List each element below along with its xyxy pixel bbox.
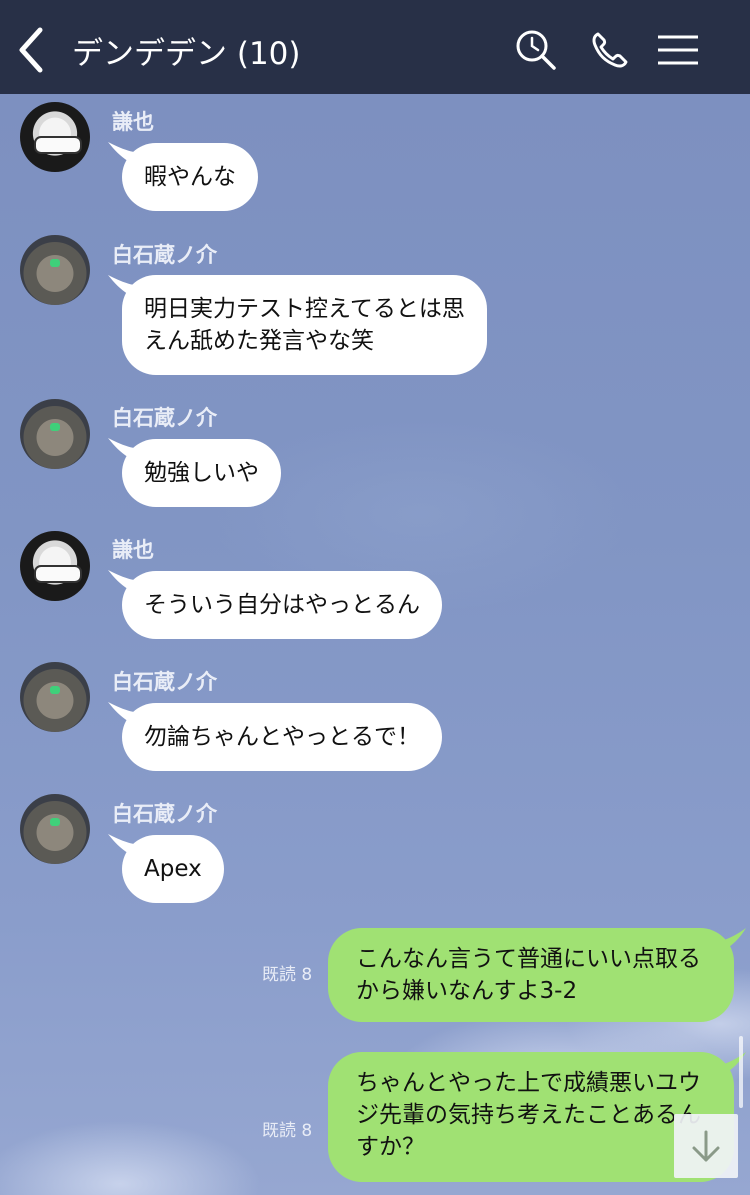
avatar[interactable] — [20, 235, 90, 305]
avatar[interactable] — [20, 794, 90, 864]
sender-name: 白石蔵ノ介 — [112, 243, 217, 267]
message-line: から嫌いなんすよ3-2 — [356, 978, 578, 1004]
sender-name: 謙也 — [112, 110, 154, 134]
sender-name: 白石蔵ノ介 — [112, 670, 217, 694]
sender-name: 白石蔵ノ介 — [112, 802, 217, 826]
avatar[interactable] — [20, 662, 90, 732]
scroll-to-bottom-button[interactable] — [674, 1114, 738, 1178]
chat-area[interactable]: 謙也 暇やんな 白石蔵ノ介 明日実力テスト控えてるとは思 えん舐めた発言やな笑 … — [0, 94, 750, 1195]
message-line: こんなん言うて普通にいい点取る — [356, 946, 701, 972]
message-bubble[interactable]: Apex — [122, 835, 224, 903]
arrow-down-icon — [692, 1130, 720, 1162]
menu-icon[interactable] — [656, 28, 700, 72]
sender-name: 謙也 — [112, 538, 154, 562]
message-line: ジ先輩の気持ち考えたことあるん — [356, 1102, 701, 1128]
search-icon[interactable] — [514, 28, 558, 72]
bubble-tail — [724, 928, 746, 950]
message-line: 明日実力テスト控えてるとは思 — [144, 296, 465, 322]
read-receipt: 既読 8 — [262, 965, 313, 985]
message-bubble[interactable]: 勿論ちゃんとやっとるで！ — [122, 703, 442, 771]
scrollbar[interactable] — [739, 1036, 743, 1108]
message-bubble[interactable]: 明日実力テスト控えてるとは思 えん舐めた発言やな笑 — [122, 275, 487, 375]
read-receipt: 既読 8 — [262, 1121, 313, 1141]
chat-title: デンデデン (10) — [72, 36, 301, 72]
message-bubble[interactable]: そういう自分はやっとるん — [122, 571, 442, 639]
chat-header: デンデデン (10) — [0, 0, 750, 94]
avatar[interactable] — [20, 399, 90, 469]
avatar[interactable] — [20, 531, 90, 601]
message-line: ちゃんとやった上で成績悪いユウ — [356, 1070, 701, 1096]
message-line: えん舐めた発言やな笑 — [144, 328, 374, 354]
avatar[interactable] — [20, 102, 90, 172]
message-line: すか？ — [356, 1134, 425, 1160]
message-bubble[interactable]: 暇やんな — [122, 143, 258, 211]
message-bubble[interactable]: 勉強しいや — [122, 439, 281, 507]
chevron-left-icon[interactable] — [14, 24, 50, 76]
outgoing-message-bubble[interactable]: こんなん言うて普通にいい点取る から嫌いなんすよ3-2 — [328, 928, 734, 1022]
sender-name: 白石蔵ノ介 — [112, 406, 217, 430]
phone-icon[interactable] — [588, 28, 632, 72]
